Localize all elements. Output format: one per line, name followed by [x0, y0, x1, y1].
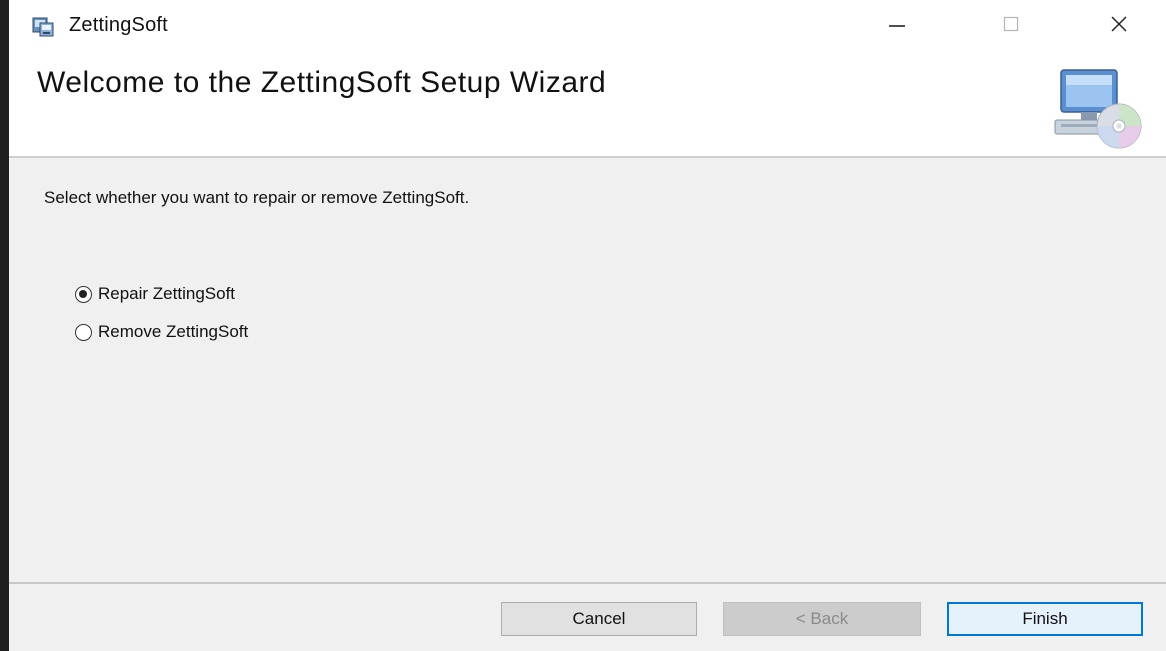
wizard-banner: Welcome to the ZettingSoft Setup Wizard: [9, 52, 1166, 156]
close-icon: [1109, 14, 1129, 39]
repair-radio[interactable]: [75, 285, 92, 303]
wizard-heading: Welcome to the ZettingSoft Setup Wizard: [37, 66, 607, 99]
finish-button[interactable]: Finish: [947, 602, 1143, 636]
maximize-button: [975, 0, 1047, 52]
maximize-icon: [1001, 14, 1021, 39]
setup-wizard-window: ZettingSoft Welcome to the ZettingSoft S…: [9, 0, 1166, 651]
title-bar[interactable]: ZettingSoft: [9, 0, 1166, 52]
window-title: ZettingSoft: [69, 14, 168, 36]
cancel-button[interactable]: Cancel: [501, 602, 697, 636]
remove-radio[interactable]: [75, 323, 92, 341]
minimize-button[interactable]: [861, 0, 933, 52]
repair-option[interactable]: Repair ZettingSoft: [75, 282, 235, 306]
remove-option[interactable]: Remove ZettingSoft: [75, 320, 248, 344]
wizard-content: Select whether you want to repair or rem…: [9, 158, 1166, 582]
screen: ZettingSoft Welcome to the ZettingSoft S…: [0, 0, 1166, 651]
minimize-icon: [887, 14, 907, 39]
computer-cd-icon: [1047, 66, 1147, 150]
back-button: < Back: [723, 602, 921, 636]
background-edge: [0, 0, 9, 651]
wizard-footer: Cancel < Back Finish: [9, 584, 1166, 651]
close-button[interactable]: [1083, 0, 1155, 52]
installer-icon: [31, 14, 55, 38]
instruction-text: Select whether you want to repair or rem…: [44, 188, 470, 207]
repair-option-label[interactable]: Repair ZettingSoft: [98, 284, 235, 304]
remove-option-label[interactable]: Remove ZettingSoft: [98, 322, 248, 342]
